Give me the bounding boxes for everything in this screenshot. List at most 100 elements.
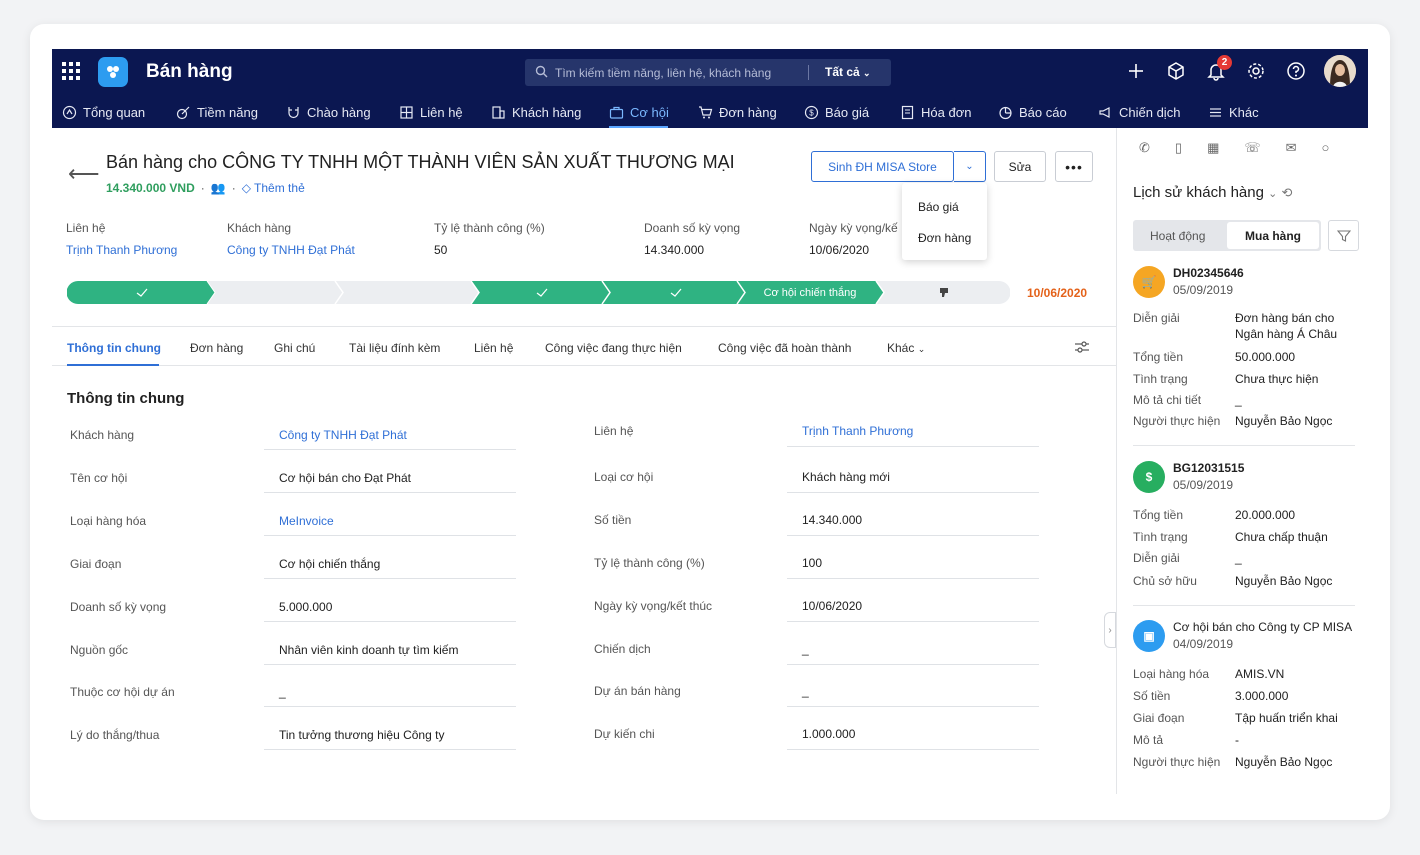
history-field-value: Nguyễn Bảo Ngọc [1235, 755, 1333, 769]
tab-more[interactable]: Khác ⌄ [887, 341, 925, 355]
field-underline [264, 535, 516, 536]
history-field-value: _ [1235, 551, 1242, 565]
filter-icon[interactable] [1328, 220, 1359, 251]
history-field-label: Diễn giải [1133, 551, 1180, 565]
nav-item-quotes[interactable]: $ Báo giá [804, 105, 869, 120]
field-value: Khách hàng mới [802, 470, 890, 484]
field-value: Cơ hội chiến thắng [279, 557, 381, 571]
chevron-down-icon[interactable]: ⌄ [954, 151, 986, 182]
field-value: 1.000.000 [802, 727, 856, 741]
chat-icon[interactable]: ○ [1322, 140, 1330, 156]
building-icon [492, 106, 505, 119]
nav-item-reports[interactable]: Báo cáo [998, 105, 1067, 120]
nav-item-more[interactable]: Khác [1208, 105, 1259, 120]
stage-3[interactable] [335, 281, 479, 304]
app-window: Bán hàng Tìm kiếm tiềm năng, liên hệ, kh… [52, 49, 1368, 794]
edit-button[interactable]: Sửa [994, 151, 1046, 182]
tab-settings-icon[interactable] [1074, 339, 1090, 358]
chevron-down-icon[interactable]: ⌄ [1268, 188, 1277, 200]
nav-item-leads[interactable]: Tiềm năng [176, 105, 258, 120]
app-grid-icon[interactable] [62, 62, 80, 80]
segment-purchases[interactable]: Mua hàng [1227, 222, 1319, 249]
tab-more-label: Khác [887, 341, 915, 355]
fact-value-link[interactable]: Trịnh Thanh Phương [66, 243, 177, 257]
tab-tasks-open[interactable]: Công việc đang thực hiện [545, 341, 682, 355]
phone-icon[interactable]: ✆ [1139, 140, 1150, 156]
stage-progress: Cơ hội chiến thắng [67, 281, 1010, 304]
dollar-icon: $ [1133, 461, 1165, 493]
fact-value: 14.340.000 [644, 243, 705, 257]
avatar[interactable] [1324, 55, 1356, 87]
history-field-value: Tập huấn triển khai [1235, 711, 1338, 725]
back-arrow-icon[interactable]: ⟵ [68, 161, 100, 187]
gear-icon[interactable] [1244, 59, 1268, 83]
notification-badge: 2 [1217, 55, 1232, 70]
history-field-value: Đơn hàng bán cho [1235, 311, 1335, 325]
nav-item-campaigns[interactable]: Chiến dịch [1098, 105, 1180, 120]
search-bar[interactable]: Tìm kiếm tiềm năng, liên hệ, khách hàng … [525, 59, 891, 86]
mail-icon[interactable]: ✉ [1286, 140, 1297, 156]
refresh-icon[interactable]: ⟲ [1282, 185, 1293, 200]
bell-icon[interactable]: 2 [1204, 55, 1232, 83]
history-code: DH02345646 [1173, 266, 1244, 280]
fact-expected-revenue: Doanh số kỳ vọng 14.340.000 [644, 221, 740, 257]
help-icon[interactable] [1284, 59, 1308, 83]
stage-1[interactable] [67, 281, 215, 304]
dollar-icon: $ [804, 105, 819, 120]
create-order-button[interactable]: Sinh ĐH MISA Store [811, 151, 954, 182]
stage-5[interactable] [602, 281, 745, 304]
history-field-label: Mô tả chi tiết [1133, 393, 1202, 407]
field-underline [787, 749, 1039, 750]
tab-attachments[interactable]: Tài liệu đính kèm [349, 341, 440, 355]
field-underline [264, 621, 516, 622]
call-log-icon[interactable]: ☏ [1244, 140, 1260, 156]
fact-value-link[interactable]: Công ty TNHH Đạt Phát [227, 243, 355, 257]
fact-success-rate: Tỷ lệ thành công (%) 50 [434, 221, 545, 257]
search-scope-select[interactable]: Tất cả ⌄ [825, 65, 871, 79]
tab-tasks-done[interactable]: Công việc đã hoàn thành [718, 341, 851, 355]
calendar-icon[interactable]: ▦ [1207, 140, 1219, 156]
nav-item-label: Liên hệ [420, 105, 463, 120]
chevron-down-icon: ⌄ [863, 68, 871, 78]
nav-item-overview[interactable]: Tổng quan [62, 105, 145, 120]
field-value: Tin tưởng thương hiệu Công ty [279, 728, 445, 742]
field-label: Loại cơ hội [594, 470, 654, 484]
segment-activities[interactable]: Hoạt động [1150, 229, 1205, 243]
history-field-label: Số tiền [1133, 689, 1171, 703]
add-tag-link[interactable]: ◇ Thêm thẻ [242, 181, 305, 195]
field-value: 14.340.000 [802, 513, 863, 527]
field-underline [264, 449, 516, 450]
stage-4[interactable] [471, 281, 610, 304]
history-field-label: Giai đoạn [1133, 711, 1185, 725]
dropdown-item-order[interactable]: Đơn hàng [918, 231, 971, 245]
field-value-link[interactable]: Công ty TNHH Đạt Phát [279, 428, 407, 442]
collapse-panel-handle[interactable]: › [1104, 612, 1116, 648]
tab-contacts[interactable]: Liên hệ [474, 341, 513, 355]
chevron-down-icon: ⌄ [917, 344, 926, 354]
people-icon[interactable]: 👥 [211, 181, 226, 195]
more-button[interactable]: ••• [1055, 151, 1093, 182]
history-field-value: - [1235, 733, 1239, 747]
history-field-value: _ [1235, 393, 1242, 407]
field-value-link[interactable]: Trịnh Thanh Phương [802, 424, 913, 438]
nav-item-offers[interactable]: Chào hàng [286, 105, 371, 120]
field-value-link[interactable]: MeInvoice [279, 514, 334, 528]
fact-value: 50 [434, 243, 448, 257]
search-input[interactable]: Tìm kiếm tiềm năng, liên hệ, khách hàng [555, 66, 771, 80]
clipboard-icon[interactable]: ▯ [1175, 140, 1182, 156]
dropdown-item-quote[interactable]: Báo giá [918, 200, 959, 214]
tab-notes[interactable]: Ghi chú [274, 341, 315, 355]
stage-2[interactable] [207, 281, 343, 304]
nav-item-contacts[interactable]: Liên hệ [399, 105, 463, 120]
history-field-label: Người thực hiện [1133, 414, 1221, 428]
field-label: Thuộc cơ hội dự án [70, 685, 175, 699]
nav-item-orders[interactable]: Đơn hàng [698, 105, 777, 120]
add-icon[interactable] [1124, 59, 1148, 83]
nav-item-customers[interactable]: Khách hàng [491, 105, 581, 120]
nav-item-opportunities[interactable]: Cơ hội [609, 105, 669, 120]
tab-orders[interactable]: Đơn hàng [190, 341, 243, 355]
package-icon[interactable] [1164, 59, 1188, 83]
cart-icon: 🛒 [1133, 266, 1165, 298]
nav-item-invoices[interactable]: Hóa đơn [900, 105, 971, 120]
tab-general[interactable]: Thông tin chung [67, 341, 161, 355]
